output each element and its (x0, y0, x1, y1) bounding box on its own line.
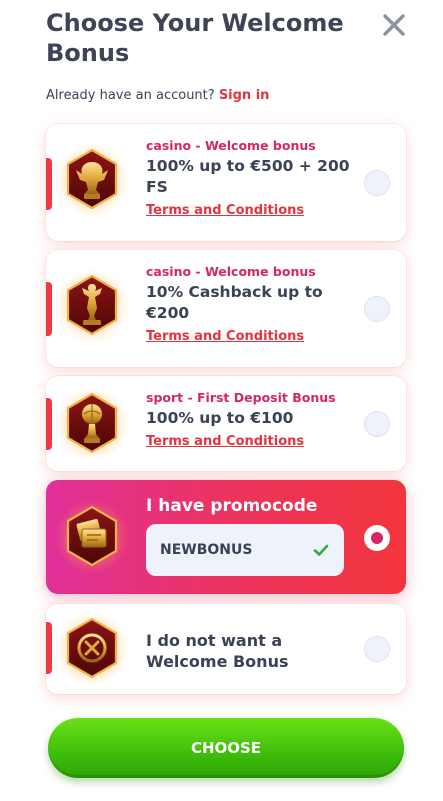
checkmark-icon (313, 544, 329, 556)
card-accent-stripe (46, 282, 52, 336)
bonus-card-sport-first-deposit[interactable]: sport - First Deposit Bonus 100% up to €… (46, 376, 406, 471)
no-bonus-card[interactable]: I do not want a Welcome Bonus (46, 604, 406, 694)
coupon-tickets-icon (55, 500, 129, 574)
golden-figure-trophy-icon (55, 269, 129, 343)
terms-link[interactable]: Terms and Conditions (146, 202, 304, 220)
promocode-radio-selected[interactable] (364, 525, 390, 551)
bonus-tag: casino - Welcome bonus (146, 264, 316, 279)
no-bonus-label: I do not want a Welcome Bonus (146, 631, 289, 671)
no-bonus-x-icon (55, 612, 129, 686)
bonus-headline: 100% up to €500 + 200 FS (146, 157, 350, 196)
choose-button[interactable]: CHOOSE (48, 718, 404, 778)
page-title: Choose Your Welcome Bonus (46, 9, 344, 67)
golden-dragon-trophy-icon (55, 143, 129, 217)
terms-link[interactable]: Terms and Conditions (146, 433, 304, 451)
card-accent-stripe (46, 398, 52, 450)
bonus-headline: 100% up to €100 (146, 409, 294, 427)
card-accent-stripe (46, 622, 52, 674)
bonus-card-casino-welcome[interactable]: casino - Welcome bonus 100% up to €500 +… (46, 124, 406, 241)
signin-prompt: Already have an account? Sign in (46, 88, 269, 103)
promocode-input[interactable]: NEWBONUS (146, 524, 344, 576)
bonus-radio[interactable] (364, 296, 390, 322)
terms-link[interactable]: Terms and Conditions (146, 328, 304, 346)
bonus-headline: 10% Cashback up to €200 (146, 283, 323, 322)
promocode-value: NEWBONUS (160, 542, 253, 558)
no-bonus-radio[interactable] (364, 636, 390, 662)
bonus-card-casino-cashback[interactable]: casino - Welcome bonus 10% Cashback up t… (46, 250, 406, 367)
radio-dot (371, 532, 383, 544)
close-icon[interactable] (381, 12, 407, 38)
card-accent-stripe (46, 158, 52, 210)
bonus-tag: sport - First Deposit Bonus (146, 390, 336, 405)
bonus-radio[interactable] (364, 170, 390, 196)
bonus-tag: casino - Welcome bonus (146, 138, 316, 153)
golden-ball-trophy-icon (55, 387, 129, 461)
bonus-radio[interactable] (364, 411, 390, 437)
already-account-text: Already have an account? (46, 88, 215, 103)
promocode-label: I have promocode (146, 496, 318, 516)
signin-link[interactable]: Sign in (219, 88, 270, 103)
promocode-card[interactable]: I have promocode NEWBONUS (46, 480, 406, 594)
